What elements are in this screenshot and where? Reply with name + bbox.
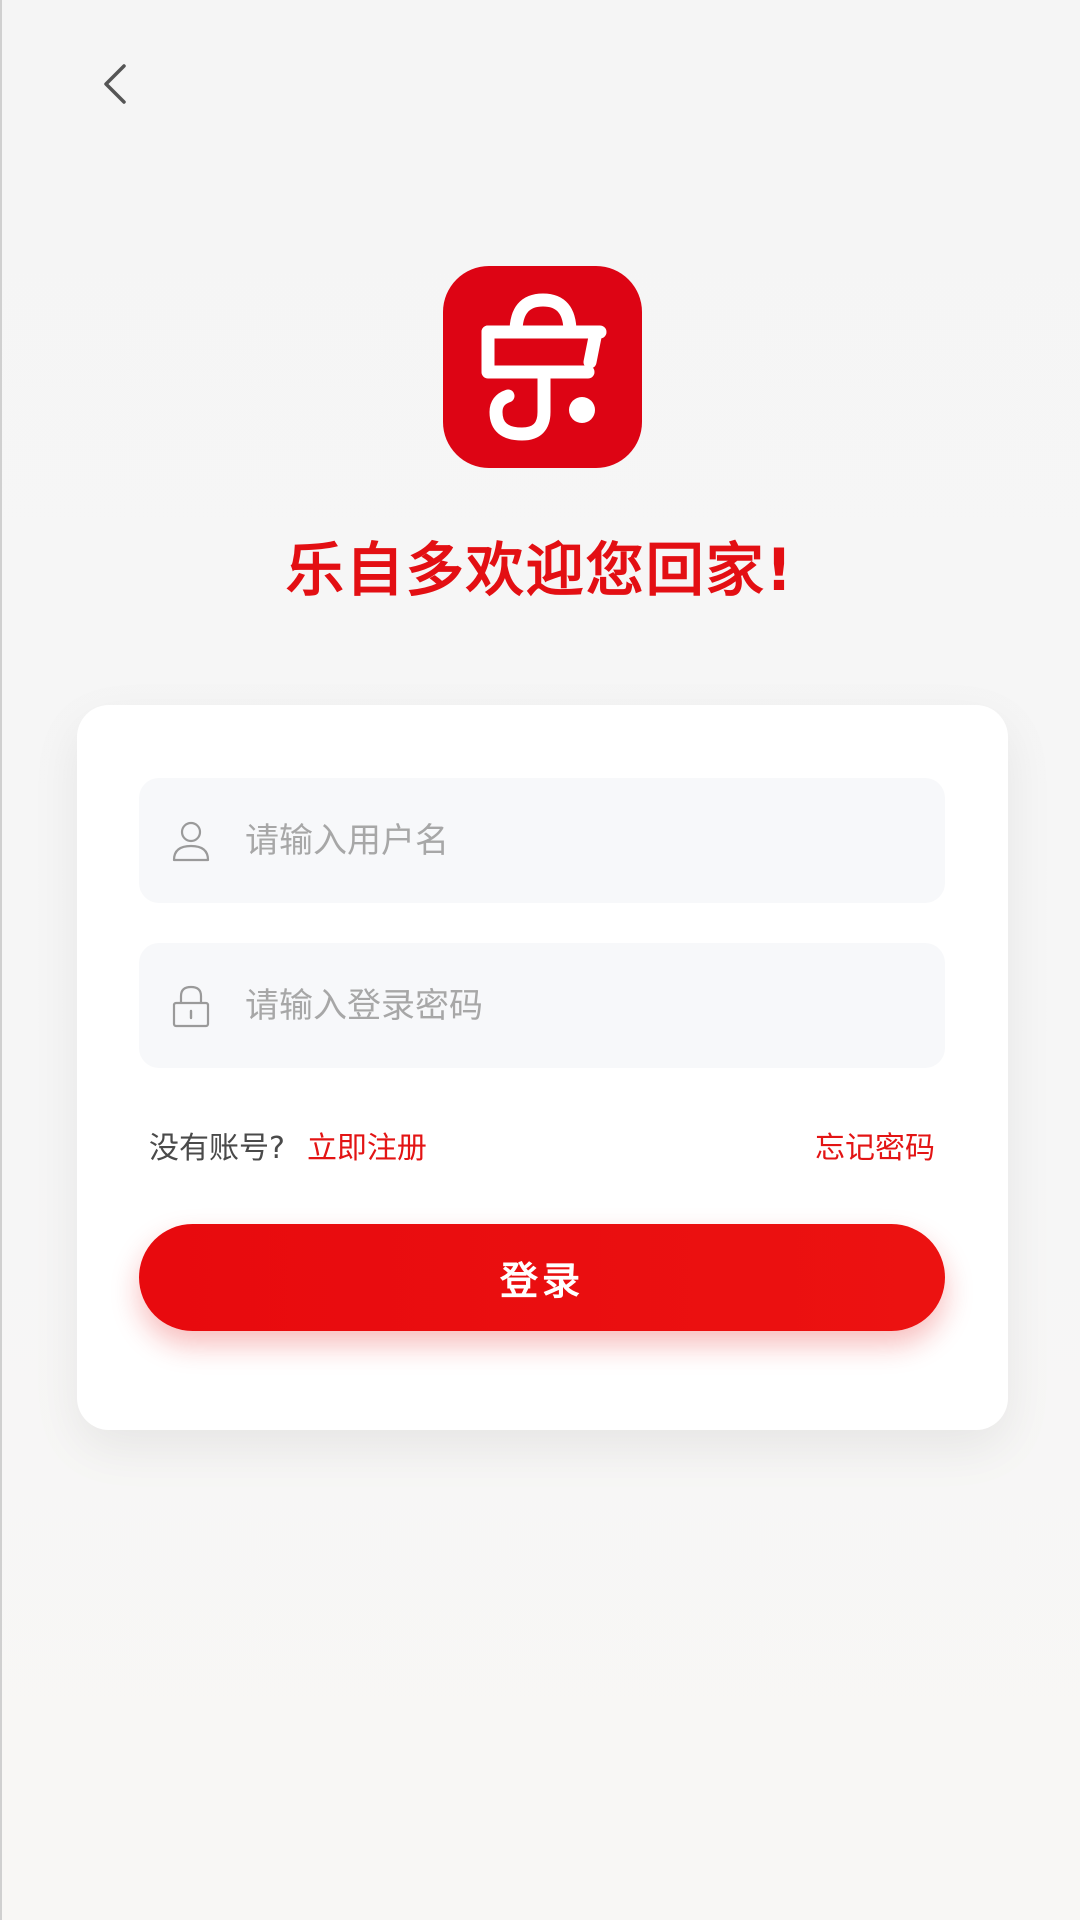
left-edge-divider bbox=[0, 0, 2, 1920]
login-card: 没有账号? 立即注册 忘记密码 登录 bbox=[77, 705, 1008, 1430]
password-field[interactable] bbox=[139, 943, 945, 1068]
shopping-bag-le-logo-icon bbox=[481, 293, 606, 441]
username-input[interactable] bbox=[243, 819, 897, 862]
password-input[interactable] bbox=[243, 984, 897, 1027]
lock-icon bbox=[169, 984, 213, 1028]
username-field[interactable] bbox=[139, 778, 945, 903]
register-link[interactable]: 立即注册 bbox=[307, 1123, 427, 1167]
no-account-text: 没有账号? bbox=[149, 1131, 285, 1166]
back-button[interactable] bbox=[88, 52, 142, 116]
welcome-heading: 乐自多欢迎您回家! bbox=[285, 536, 795, 604]
account-links-row: 没有账号? 立即注册 忘记密码 bbox=[149, 1115, 935, 1175]
forgot-password-link[interactable]: 忘记密码 bbox=[815, 1123, 935, 1167]
chevron-left-icon bbox=[104, 64, 126, 104]
app-logo bbox=[443, 266, 642, 468]
user-icon bbox=[169, 819, 213, 863]
login-button[interactable]: 登录 bbox=[139, 1224, 945, 1331]
